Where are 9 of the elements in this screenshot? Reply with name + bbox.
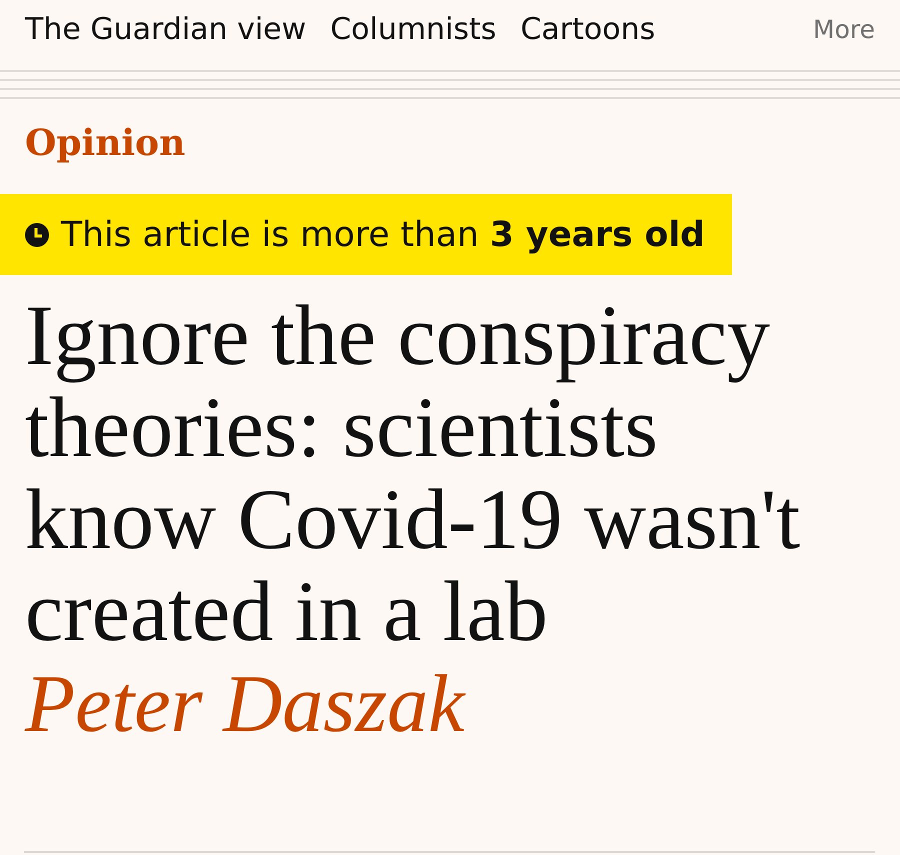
section-label[interactable]: Opinion [25,119,186,167]
more-link[interactable]: More [813,14,875,44]
byline[interactable]: Peter Daszak [25,659,465,749]
nav-link[interactable]: The Guardian view [25,12,306,46]
clock-icon [25,222,49,246]
nav-link[interactable]: Cartoons [520,12,656,46]
headline: Ignore the conspiracy theories: scientists know Covid-19 wasn't created in a lab [24,289,802,657]
nav-link[interactable]: Columnists [330,12,496,46]
age-notice-text: This article is more than 3 years old [61,214,705,254]
